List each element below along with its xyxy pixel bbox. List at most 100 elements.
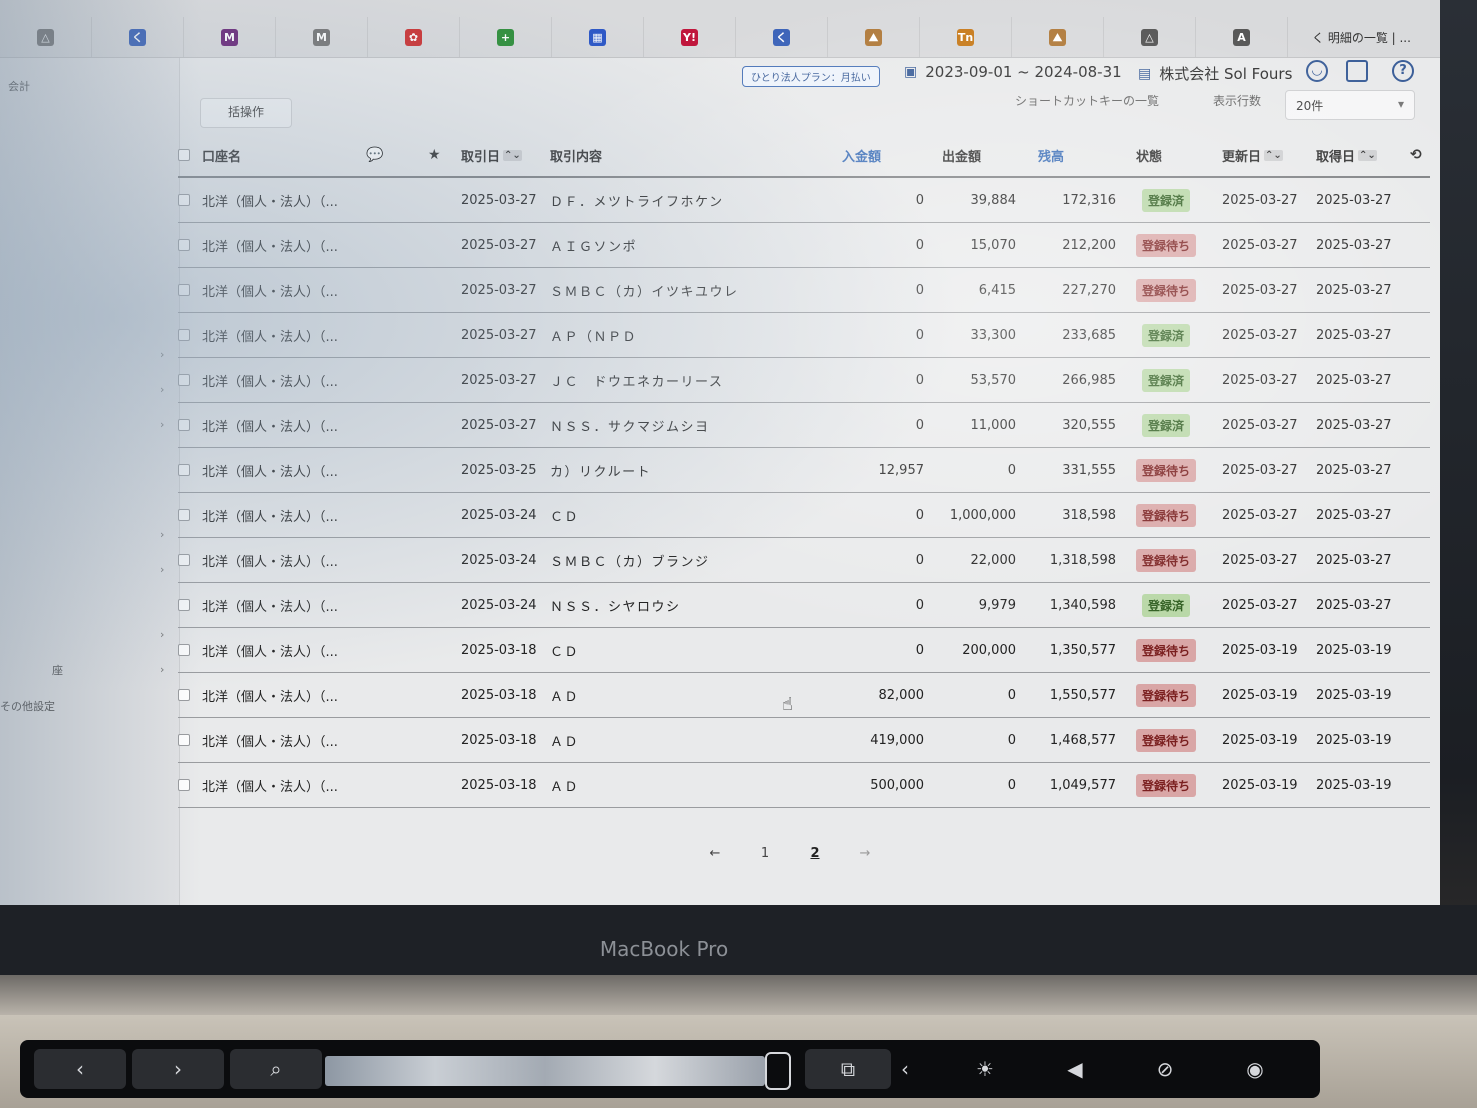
status-badge[interactable]: 登録済 <box>1141 188 1190 212</box>
tab-scrubber-handle[interactable] <box>765 1052 791 1090</box>
next-page-arrow-icon[interactable]: → <box>850 846 880 861</box>
status-badge[interactable]: 登録待ち <box>1135 683 1196 707</box>
bookmark-item[interactable]: ▦ <box>552 17 644 57</box>
sidebar-item-accounting[interactable]: 会計 <box>8 78 30 94</box>
sort-icon[interactable]: ⌃⌄ <box>1358 149 1377 161</box>
brightness-icon[interactable]: ☀ <box>945 1049 1025 1089</box>
bookmark-item[interactable]: ⛰ <box>1012 17 1104 57</box>
forward-icon[interactable]: › <box>132 1049 224 1089</box>
mute-icon[interactable]: ⊘ <box>1125 1049 1205 1089</box>
table-row[interactable]: 北洋（個人・法人）（... 2025-03-27 ＡＩＧソンポ 0 15,070 212,… <box>178 223 1430 268</box>
table-row[interactable]: 北洋（個人・法人）（... 2025-03-27 ＪＣ ドウエネカーリース 0 53,5… <box>178 358 1430 403</box>
column-header-trade-date[interactable]: 取引日 ⌃⌄ <box>461 134 522 176</box>
row-checkbox[interactable] <box>178 358 190 402</box>
row-checkbox[interactable] <box>178 448 190 492</box>
sidebar-item-other-settings[interactable]: その他設定 <box>0 698 55 714</box>
status-badge[interactable]: 登録待ち <box>1135 548 1196 572</box>
prev-page-arrow-icon[interactable]: ← <box>700 846 730 861</box>
bookmark-item[interactable]: く <box>92 17 184 57</box>
chevron-right-icon[interactable]: › <box>160 563 164 576</box>
row-checkbox[interactable] <box>178 178 190 222</box>
table-row[interactable]: 北洋（個人・法人）（... 2025-03-27 ＳＭＢＣ（カ）イツキユウレ 0 6,4… <box>178 268 1430 313</box>
row-checkbox[interactable] <box>178 718 190 762</box>
row-checkbox[interactable] <box>178 583 190 627</box>
bookmark-item[interactable]: A <box>1196 17 1288 57</box>
status-badge[interactable]: 登録待ち <box>1135 278 1196 302</box>
tab-thumbnail-strip[interactable] <box>325 1056 765 1086</box>
row-checkbox[interactable] <box>178 268 190 312</box>
user-icon[interactable]: ◡ <box>1306 60 1328 82</box>
status-badge[interactable]: 登録待ち <box>1135 503 1196 527</box>
table-row[interactable]: 北洋（個人・法人）（... 2025-03-27 ＮＳＳ．サクマジムシヨ 0 11,00… <box>178 403 1430 448</box>
table-row[interactable]: 北洋（個人・法人）（... 2025-03-24 ＳＭＢＣ（カ）ブランジ 0 22,00… <box>178 538 1430 583</box>
status-badge[interactable]: 登録待ち <box>1135 773 1196 797</box>
shortcut-list-link[interactable]: ショートカットキーの一覧 <box>1015 92 1159 109</box>
row-checkbox[interactable] <box>178 673 190 717</box>
row-checkbox[interactable] <box>178 403 190 447</box>
row-checkbox[interactable] <box>178 313 190 357</box>
column-header-acquired[interactable]: 取得日 ⌃⌄ <box>1316 134 1377 176</box>
sort-icon[interactable]: ⌃⌄ <box>1264 149 1283 161</box>
sort-icon[interactable]: ⌃⌄ <box>503 149 522 161</box>
status-badge[interactable]: 登録済 <box>1141 323 1190 347</box>
table-row[interactable]: 北洋（個人・法人）（... 2025-03-18 ＣＤ 0 200,000 1,350,5… <box>178 628 1430 673</box>
chevron-right-icon[interactable]: › <box>160 663 164 676</box>
table-row[interactable]: 北洋（個人・法人）（... 2025-03-18 ＡＤ 500,000 0 1,049,5… <box>178 763 1430 808</box>
collapse-icon[interactable]: ‹ <box>885 1049 925 1089</box>
sidebar-item-account[interactable]: 座 <box>52 662 63 678</box>
status-badge[interactable]: 登録待ち <box>1135 728 1196 752</box>
bookmark-item[interactable]: Tn <box>920 17 1012 57</box>
table-row[interactable]: 北洋（個人・法人）（... 2025-03-24 ＣＤ 0 1,000,000 318,5… <box>178 493 1430 538</box>
row-checkbox[interactable] <box>178 763 190 807</box>
comment-icon[interactable]: 💬 <box>366 134 383 176</box>
bookmark-item[interactable]: Y! <box>644 17 736 57</box>
status-badge[interactable]: 登録待ち <box>1135 638 1196 662</box>
refresh-icon[interactable]: ⟲ <box>1410 134 1422 176</box>
status-badge[interactable]: 登録済 <box>1141 413 1190 437</box>
active-tab-title[interactable]: く 明細の一覧 | ... <box>1288 17 1440 57</box>
fiscal-period-selector[interactable]: ▣ 2023-09-01 ~ 2024-08-31 <box>904 63 1122 81</box>
status-badge[interactable]: 登録済 <box>1141 593 1190 617</box>
row-checkbox[interactable] <box>178 538 190 582</box>
bookmark-item[interactable]: ✿ <box>368 17 460 57</box>
column-header-updated[interactable]: 更新日 ⌃⌄ <box>1222 134 1283 176</box>
siri-icon[interactable]: ◉ <box>1215 1049 1295 1089</box>
bookmark-item[interactable]: ⛰ <box>828 17 920 57</box>
table-row[interactable]: 北洋（個人・法人）（... 2025-03-18 ＡＤ 82,000 0 1,550,57… <box>178 673 1430 718</box>
chevron-right-icon[interactable]: › <box>160 628 164 641</box>
select-all-checkbox[interactable] <box>178 134 192 176</box>
bookmark-item[interactable]: M <box>276 17 368 57</box>
row-checkbox[interactable] <box>178 628 190 672</box>
page-2-link[interactable]: 2 <box>800 846 830 861</box>
status-badge[interactable]: 登録待ち <box>1135 458 1196 482</box>
back-icon[interactable]: ‹ <box>34 1049 126 1089</box>
table-row[interactable]: 北洋（個人・法人）（... 2025-03-27 ＤＦ．メツトライフホケン 0 39,8… <box>178 178 1430 223</box>
chevron-right-icon[interactable]: › <box>160 418 164 431</box>
chat-icon[interactable] <box>1346 60 1368 82</box>
row-checkbox[interactable] <box>178 493 190 537</box>
row-checkbox[interactable] <box>178 223 190 267</box>
bookmark-item[interactable]: △ <box>0 17 92 57</box>
chevron-right-icon[interactable]: › <box>160 383 164 396</box>
table-row[interactable]: 北洋（個人・法人）（... 2025-03-27 ＡＰ（ＮＰＤ 0 33,300 233,… <box>178 313 1430 358</box>
rows-per-page-select[interactable]: 20件 <box>1285 90 1415 120</box>
bookmark-item[interactable]: M <box>184 17 276 57</box>
volume-icon[interactable]: ◀ <box>1035 1049 1115 1089</box>
new-tab-icon[interactable]: ⧉ <box>805 1049 891 1089</box>
help-icon[interactable]: ? <box>1392 60 1414 82</box>
bulk-action-button[interactable]: 括操作 <box>200 98 292 128</box>
bookmark-item[interactable]: △ <box>1104 17 1196 57</box>
table-row[interactable]: 北洋（個人・法人）（... 2025-03-25 カ）リクルート 12,957 0 331… <box>178 448 1430 493</box>
bookmark-item[interactable]: + <box>460 17 552 57</box>
chevron-right-icon[interactable]: › <box>160 528 164 541</box>
bookmark-item[interactable]: く <box>736 17 828 57</box>
star-icon[interactable]: ★ <box>428 134 441 176</box>
table-row[interactable]: 北洋（個人・法人）（... 2025-03-18 ＡＤ 419,000 0 1,468,5… <box>178 718 1430 763</box>
status-badge[interactable]: 登録待ち <box>1135 233 1196 257</box>
status-badge[interactable]: 登録済 <box>1141 368 1190 392</box>
company-selector[interactable]: ▤ 株式会社 Sol Fours <box>1138 63 1292 84</box>
page-1-link[interactable]: 1 <box>750 846 780 861</box>
chevron-right-icon[interactable]: › <box>160 348 164 361</box>
table-row[interactable]: 北洋（個人・法人）（... 2025-03-24 ＮＳＳ．シヤロウシ 0 9,979 1,… <box>178 583 1430 628</box>
search-icon[interactable]: ⌕ <box>230 1049 322 1089</box>
